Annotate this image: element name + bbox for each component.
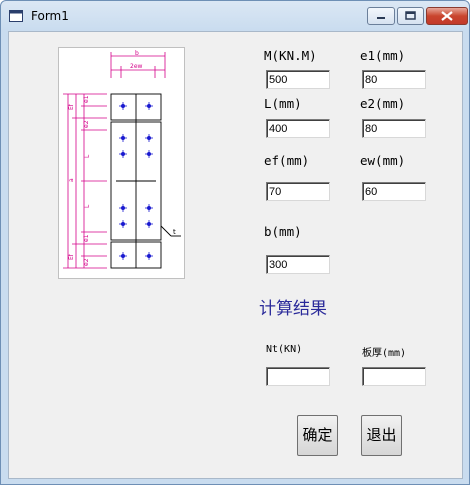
minimize-button[interactable] <box>367 7 395 25</box>
close-icon <box>441 11 453 21</box>
m-label: M(KN.M) <box>264 48 317 63</box>
dim-e1-top-label: e1 <box>83 95 90 103</box>
nt-label: Nt(KN) <box>266 344 303 355</box>
e2-label: e2(mm) <box>360 96 406 111</box>
ew-input[interactable] <box>362 182 426 201</box>
dim-l2-label: L <box>84 204 91 208</box>
dim-ef-top-label: Ef <box>68 103 75 110</box>
dim-ef-bottom-label: Ef <box>68 253 75 260</box>
m-input[interactable] <box>266 70 330 89</box>
minimize-icon <box>377 17 385 19</box>
dim-t-label: t <box>173 228 176 236</box>
dim-a-label: a <box>68 178 75 182</box>
dim-e2-top-label: e2 <box>83 120 90 128</box>
window-title: Form1 <box>31 9 69 23</box>
dim-e1-bottom-label: e1 <box>83 234 90 242</box>
dim-2ew-label: 2ew <box>130 63 143 70</box>
b-input[interactable] <box>266 255 330 274</box>
ef-label: ef(mm) <box>264 153 310 168</box>
form-icon <box>9 10 23 22</box>
ew-label: ew(mm) <box>360 153 406 168</box>
dim-e2-bottom-label: e2 <box>83 258 90 266</box>
form-client-area: b 2ew a L L Ef Ef e1 e2 e1 e2 t M(KN.M) … <box>8 31 463 479</box>
dim-l1-label: L <box>84 154 91 158</box>
bolt-layout-diagram: b 2ew a L L Ef Ef e1 e2 e1 e2 t <box>63 50 181 269</box>
close-button[interactable] <box>426 7 468 25</box>
exit-button[interactable]: 退出 <box>361 415 402 456</box>
thickness-label: 板厚(mm) <box>362 348 407 359</box>
thickness-output[interactable] <box>362 367 426 386</box>
dim-b-label: b <box>135 50 139 57</box>
b-label: b(mm) <box>264 224 302 239</box>
connection-diagram: b 2ew a L L Ef Ef e1 e2 e1 e2 t <box>58 47 185 279</box>
maximize-button[interactable] <box>397 7 424 25</box>
nt-output[interactable] <box>266 367 330 386</box>
form-window: Form1 b 2ew a L L Ef Ef e1 e2 e1 e2 t M(… <box>0 0 470 485</box>
e1-label: e1(mm) <box>360 48 406 63</box>
e1-input[interactable] <box>362 70 426 89</box>
title-bar[interactable]: Form1 <box>1 1 469 31</box>
ef-input[interactable] <box>266 182 330 201</box>
l-input[interactable] <box>266 119 330 138</box>
e2-input[interactable] <box>362 119 426 138</box>
maximize-icon <box>405 11 416 20</box>
results-title: 计算结果 <box>259 299 327 319</box>
l-label: L(mm) <box>264 96 302 111</box>
ok-button[interactable]: 确定 <box>297 415 338 456</box>
